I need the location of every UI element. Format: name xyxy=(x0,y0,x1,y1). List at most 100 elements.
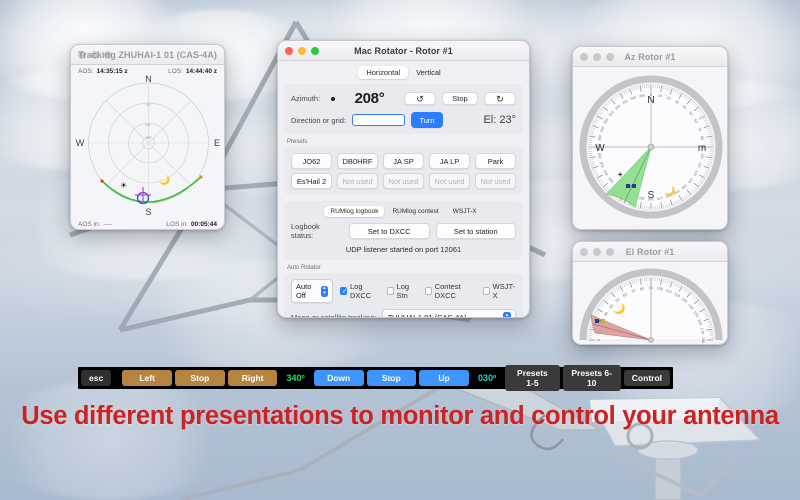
compass-s: S xyxy=(648,190,655,201)
checkbox-log-stn[interactable]: Log Stn xyxy=(386,282,418,300)
logbook-tabs[interactable]: RUMlog logbook RUMlog contest WSJT-X xyxy=(291,206,516,217)
chevron-updown-icon[interactable]: ▴▾ xyxy=(320,285,329,297)
azimuth-compass-dial[interactable]: 0102030405060708090100110120130140150160… xyxy=(573,67,728,230)
presets-group-label: Presets xyxy=(287,139,308,145)
checkbox-icon[interactable] xyxy=(482,287,490,295)
checkbox-icon[interactable] xyxy=(424,287,432,295)
tab-rumlog-contest[interactable]: RUMlog contest xyxy=(386,206,444,217)
direction-input[interactable] xyxy=(352,114,406,126)
right-button[interactable]: Right xyxy=(227,370,278,386)
tracking-select-label: Moon or satellite tracking: xyxy=(291,313,377,318)
az-readout: 340º xyxy=(286,373,305,383)
auto-rotator-group-label: Auto Rotator xyxy=(287,265,321,271)
chevron-updown-icon[interactable]: ▴▾ xyxy=(503,312,511,317)
minimize-icon[interactable] xyxy=(593,52,601,61)
tracking-titlebar[interactable]: Tracking ZHUHAI-1 01 (CAS-4A) xyxy=(71,45,224,65)
preset-button-6[interactable]: Es'Hail 2 xyxy=(291,173,332,189)
tab-rumlog-logbook[interactable]: RUMlog logbook xyxy=(324,206,385,217)
el-readout: 030º xyxy=(477,373,497,383)
checkbox-contest-dxcc[interactable]: Contest DXCC xyxy=(424,282,476,300)
window-controls[interactable] xyxy=(78,50,112,59)
set-to-dxcc-button[interactable]: Set to DXCC xyxy=(349,223,430,239)
close-icon[interactable] xyxy=(285,46,293,55)
checkbox-icon[interactable] xyxy=(340,287,348,295)
checkbox-wsjtx[interactable]: WSJT-X xyxy=(482,282,517,300)
close-icon[interactable] xyxy=(580,52,588,61)
compass-s: S xyxy=(145,207,151,217)
preset-button-10: Not used xyxy=(475,173,516,189)
compass-e: E xyxy=(214,138,220,148)
close-icon[interactable] xyxy=(78,50,86,59)
presets-panel: JO62 DB0HRF JA SP JA LP Park Es'Hail 2 N… xyxy=(284,147,523,195)
tab-wsjtx[interactable]: WSJT-X xyxy=(447,206,483,217)
elevation-protractor-dial[interactable]: 0102030405060708090100110120130140150160… xyxy=(573,262,728,345)
az-rotor-window[interactable]: Az Rotor #1 0102030405060708090100110120… xyxy=(572,46,728,230)
azimuth-label: Azimuth: xyxy=(291,94,321,103)
window-controls[interactable] xyxy=(285,46,319,55)
up-button[interactable]: Up xyxy=(419,370,469,386)
preset-button-2[interactable]: DB0HRF xyxy=(337,153,378,169)
az-hub xyxy=(647,143,655,151)
tracking-window[interactable]: Tracking ZHUHAI-1 01 (CAS-4A) AOS: 14:35… xyxy=(70,44,225,230)
preset-button-5[interactable]: Park xyxy=(475,153,516,169)
auto-mode-select[interactable]: Auto Off ▴ ▾ xyxy=(291,279,334,303)
control-button[interactable]: Control xyxy=(623,370,671,386)
checkbox-icon[interactable] xyxy=(386,287,394,295)
el-titlebar[interactable]: El Rotor #1 xyxy=(573,242,727,262)
minimize-icon[interactable] xyxy=(91,50,99,59)
presets-6-10-button[interactable]: Presets 6-10 xyxy=(562,365,621,391)
moon-icon: 🌙 xyxy=(613,302,625,315)
az-titlebar[interactable]: Az Rotor #1 xyxy=(573,47,727,67)
maximize-icon[interactable] xyxy=(606,52,614,61)
auto-mode-value: Auto Off xyxy=(296,282,312,300)
close-icon[interactable] xyxy=(580,247,588,256)
preset-button-1[interactable]: JO62 xyxy=(291,153,332,169)
aos-marker xyxy=(100,179,104,183)
minimize-icon[interactable] xyxy=(298,46,306,55)
rotate-cw-icon[interactable]: ↻ xyxy=(484,92,516,105)
auto-rotator-panel: Auto Off ▴▾ Log DXCC Log Stn Contest DXC… xyxy=(284,273,523,318)
az-stop-button[interactable]: Stop xyxy=(174,370,225,386)
ring-label-30: 30° xyxy=(145,102,151,107)
logbook-status-label: Logbook status: xyxy=(291,222,320,240)
el-stop-button[interactable]: Stop xyxy=(366,370,417,386)
preset-button-3[interactable]: JA SP xyxy=(383,153,424,169)
sun-icon: ☀ xyxy=(120,181,127,190)
mac-rotator-window[interactable]: Mac Rotator - Rotor #1 Horizontal Vertic… xyxy=(277,40,530,318)
preset-button-8: Not used xyxy=(383,173,424,189)
down-button[interactable]: Down xyxy=(313,370,364,386)
checkbox-log-dxcc[interactable]: Log DXCC xyxy=(340,282,380,300)
preset-button-4[interactable]: JA LP xyxy=(429,153,470,169)
el-hub xyxy=(648,337,654,343)
maximize-icon[interactable] xyxy=(606,247,614,256)
el-rotor-window[interactable]: El Rotor #1 0102030405060708090100110120… xyxy=(572,241,728,345)
turn-button[interactable]: Turn xyxy=(411,112,444,128)
main-titlebar[interactable]: Mac Rotator - Rotor #1 xyxy=(278,41,529,61)
tab-vertical[interactable]: Vertical xyxy=(408,66,449,79)
logbook-panel: RUMlog logbook RUMlog contest WSJT-X Log… xyxy=(284,201,523,260)
tab-horizontal[interactable]: Horizontal xyxy=(358,66,409,79)
maximize-icon[interactable] xyxy=(104,50,112,59)
presets-1-5-button[interactable]: Presets 1-5 xyxy=(505,365,560,391)
set-to-station-button[interactable]: Set to station xyxy=(435,223,516,239)
sun-icon: ☀ xyxy=(617,171,623,179)
aos-in-label: AOS in: xyxy=(78,221,101,228)
window-controls[interactable] xyxy=(580,52,614,61)
presets-row-2[interactable]: Es'Hail 2 Not used Not used Not used Not… xyxy=(291,173,516,189)
los-in-label: LOS in: xyxy=(166,221,188,228)
elevation-readout: El: 23° xyxy=(483,114,516,126)
rotate-ccw-icon[interactable]: ↺ xyxy=(404,92,436,105)
polar-sky-plot[interactable]: N E S W 30° 60° 85° ☀ 🌙 xyxy=(71,73,225,221)
tracking-select[interactable]: ZHUHAI-1 01 (CAS-4A) ▴▾ xyxy=(382,309,516,317)
presets-row-1[interactable]: JO62 DB0HRF JA SP JA LP Park xyxy=(291,153,516,169)
minimize-icon[interactable] xyxy=(593,247,601,256)
esc-button[interactable]: esc xyxy=(81,370,112,386)
maximize-icon[interactable] xyxy=(311,46,319,55)
orientation-tabs[interactable]: Horizontal Vertical xyxy=(278,66,529,79)
checkbox-label: WSJT-X xyxy=(492,282,516,300)
svg-text:80: 80 xyxy=(700,136,705,141)
remote-control-bar[interactable]: esc Left Stop Right 340º Down Stop Up 03… xyxy=(78,365,673,391)
window-controls[interactable] xyxy=(580,247,614,256)
left-button[interactable]: Left xyxy=(122,370,172,386)
az-stop-button[interactable]: Stop xyxy=(442,92,478,105)
